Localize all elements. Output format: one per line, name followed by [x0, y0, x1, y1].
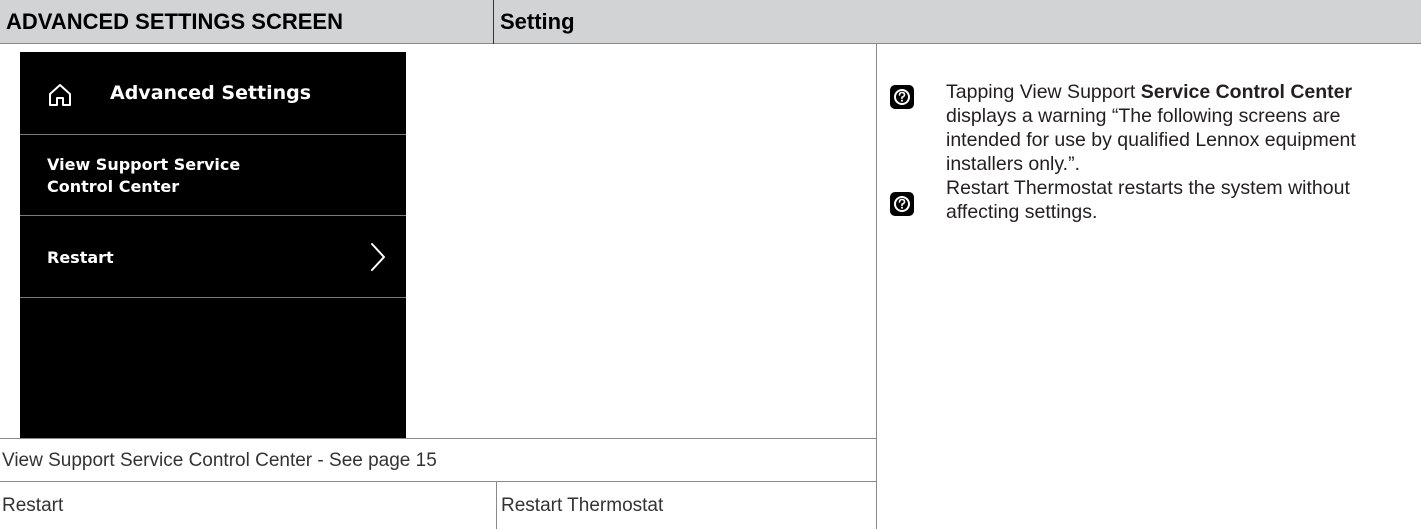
question-icon: [890, 85, 914, 109]
header-divider: [493, 0, 494, 44]
menu-item-restart[interactable]: Restart: [47, 248, 114, 267]
note-text: displays a warning “The following screen…: [946, 105, 1356, 175]
home-icon[interactable]: [47, 82, 73, 108]
header-screen-column: ADVANCED SETTINGS SCREEN: [6, 9, 343, 34]
question-icon: [890, 192, 914, 216]
chevron-right-icon[interactable]: [370, 242, 386, 272]
note-text: Restart Thermostat restarts the system w…: [946, 177, 1350, 223]
restart-setting-label: Restart Thermostat: [496, 482, 663, 529]
thermostat-screen: Advanced Settings View Support Service C…: [20, 52, 406, 438]
note-text: Tapping View Support: [946, 81, 1141, 103]
divider: [20, 215, 406, 216]
table-row: Restart Restart Thermostat: [0, 481, 876, 529]
divider: [20, 297, 406, 298]
column-divider: [876, 44, 877, 529]
header-setting-column: Setting: [500, 9, 575, 34]
screen-title: Advanced Settings: [110, 82, 312, 104]
view-support-reference: View Support Service Control Center - Se…: [2, 450, 437, 471]
note-emphasis: Service Control Center: [1140, 81, 1353, 103]
divider: [20, 134, 406, 135]
menu-item-view-support-service-control-center[interactable]: View Support Service Control Center: [47, 154, 307, 198]
table-row: View Support Service Control Center - Se…: [0, 438, 876, 481]
restart-screen-label: Restart: [2, 495, 64, 516]
table-header: ADVANCED SETTINGS SCREEN Setting: [0, 0, 1421, 44]
